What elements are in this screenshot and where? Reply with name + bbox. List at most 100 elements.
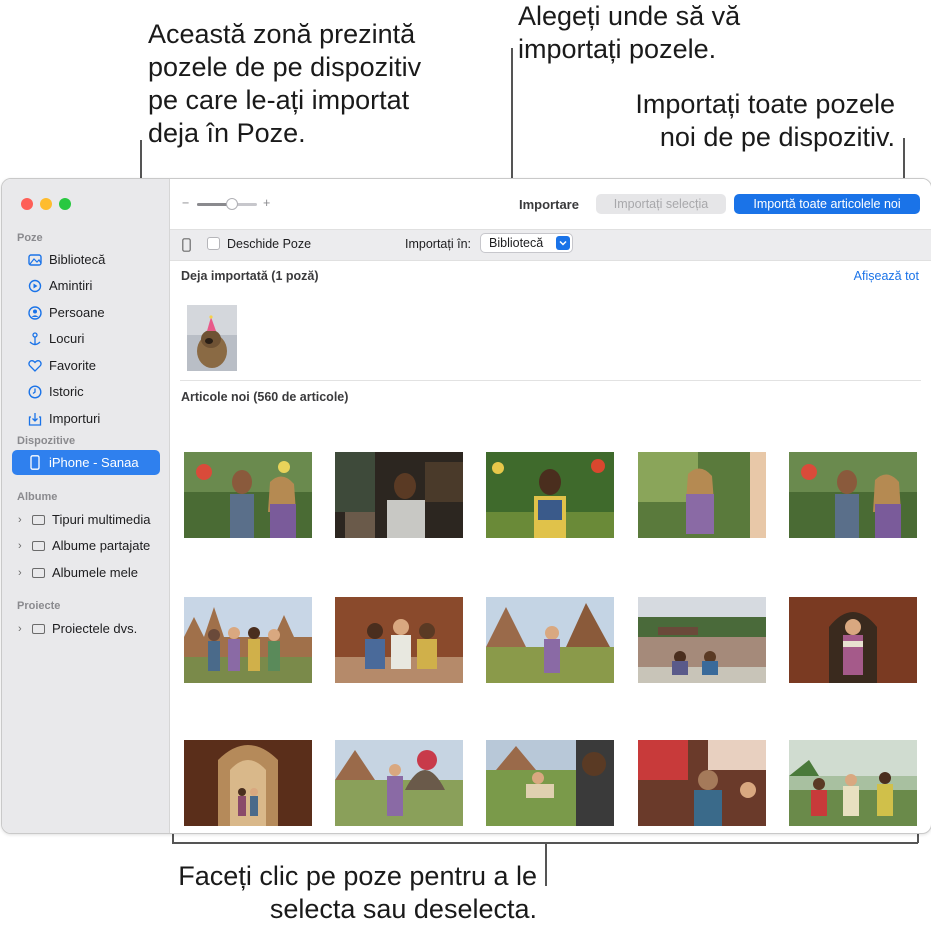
sidebar-item-iphone[interactable]: iPhone - Sanaa xyxy=(12,450,160,475)
toolbar-title: Importare xyxy=(519,197,579,212)
sidebar-item-label: Amintiri xyxy=(49,278,93,293)
section-projects: Proiecte xyxy=(17,600,61,612)
photo-thumbnail[interactable] xyxy=(184,452,312,538)
device-icon xyxy=(182,238,191,257)
import-all-button[interactable]: Importă toate articolele noi xyxy=(734,194,920,214)
zoom-button[interactable] xyxy=(59,198,71,210)
bracket-bottom-right xyxy=(917,834,919,843)
people-icon xyxy=(28,305,42,320)
photo-thumbnail[interactable] xyxy=(638,452,766,538)
sidebar-item-label: iPhone - Sanaa xyxy=(49,455,139,470)
sidebar-item-label: Tipuri multimedia xyxy=(52,512,151,527)
clock-icon xyxy=(28,384,42,399)
folder-icon xyxy=(32,514,45,525)
sidebar-item-my-albums[interactable]: › Albumele mele xyxy=(12,560,160,585)
callout-line: Importați toate pozele xyxy=(635,89,895,119)
import-to-value: Bibliotecă xyxy=(489,236,544,250)
photos-window: Poze Bibliotecă Amintiri Persoane Locuri… xyxy=(1,178,931,834)
zoom-in-icon[interactable]: + xyxy=(263,196,270,210)
iphone-icon xyxy=(28,455,42,470)
section-devices: Dispozitive xyxy=(17,435,76,447)
sidebar-item-label: Albumele mele xyxy=(52,565,138,580)
photo-thumbnail[interactable] xyxy=(789,740,917,826)
zoom-out-icon[interactable]: − xyxy=(182,196,189,210)
already-imported-heading: Deja importată (1 poză) xyxy=(181,269,319,283)
photo-thumbnail[interactable] xyxy=(789,597,917,683)
chevron-right-icon[interactable]: › xyxy=(18,514,28,526)
import-options-bar: Deschide Poze Importați în: Bibliotecă xyxy=(170,229,931,261)
photo-thumbnail[interactable] xyxy=(486,740,614,826)
minimize-button[interactable] xyxy=(40,198,52,210)
photo-thumbnail[interactable] xyxy=(335,740,463,826)
callout-line: Alegeți unde să vă xyxy=(518,1,741,31)
sidebar-item-shared-albums[interactable]: › Albume partajate xyxy=(12,533,160,558)
sidebar-item-label: Bibliotecă xyxy=(49,252,106,267)
photo-thumbnail[interactable] xyxy=(486,597,614,683)
callout-line: deja în Poze. xyxy=(148,118,306,148)
callout-import-destination: Alegeți unde să vă importați pozele. xyxy=(518,0,740,66)
callout-line: noi de pe dispozitiv. xyxy=(659,122,895,152)
callout-line: Această zonă prezintă xyxy=(148,19,416,49)
imported-photo-thumbnail[interactable] xyxy=(187,305,237,371)
chevron-right-icon[interactable]: › xyxy=(18,623,28,635)
show-all-link[interactable]: Afișează tot xyxy=(854,269,919,283)
sidebar-item-label: Proiectele dvs. xyxy=(52,621,138,636)
sidebar-item-recents[interactable]: Istoric xyxy=(12,379,160,404)
folder-icon xyxy=(32,623,45,634)
sidebar-item-projects[interactable]: › Proiectele dvs. xyxy=(12,616,160,641)
chevron-down-icon xyxy=(556,236,570,250)
sidebar-item-label: Importuri xyxy=(49,411,101,426)
leader-line-bottom xyxy=(545,842,547,886)
sidebar-item-people[interactable]: Persoane xyxy=(12,300,160,325)
close-button[interactable] xyxy=(21,198,33,210)
sidebar: Poze Bibliotecă Amintiri Persoane Locuri… xyxy=(2,179,170,833)
chevron-right-icon[interactable]: › xyxy=(18,567,28,579)
import-to-label: Importați în: xyxy=(405,237,471,251)
photo-thumbnail[interactable] xyxy=(184,597,312,683)
new-items-heading: Articole noi (560 de articole) xyxy=(181,390,349,404)
sidebar-item-label: Albume partajate xyxy=(52,538,151,553)
callout-line: importați pozele. xyxy=(518,34,717,64)
section-photos: Poze xyxy=(17,232,43,244)
memories-icon xyxy=(28,279,42,293)
callout-line: Faceți clic pe poze pentru a le xyxy=(178,861,537,891)
photo-thumbnail[interactable] xyxy=(486,452,614,538)
callout-line: pozele de pe dispozitiv xyxy=(148,52,422,82)
photo-thumbnail[interactable] xyxy=(638,597,766,683)
heart-icon xyxy=(28,359,42,373)
sidebar-item-label: Istoric xyxy=(49,384,84,399)
main-content: − + Importare Importați selecția Importă… xyxy=(170,179,931,833)
import-icon xyxy=(28,412,42,426)
zoom-slider[interactable] xyxy=(197,198,257,210)
sidebar-item-library[interactable]: Bibliotecă xyxy=(12,247,160,272)
callout-select-photos: Faceți clic pe poze pentru a le selecta … xyxy=(178,860,537,926)
zoom-slider-knob[interactable] xyxy=(226,198,238,210)
import-to-dropdown[interactable]: Bibliotecă xyxy=(480,233,573,253)
callout-already-imported: Această zonă prezintă pozele de pe dispo… xyxy=(148,18,421,150)
shared-album-icon xyxy=(32,540,45,551)
photo-thumbnail[interactable] xyxy=(335,597,463,683)
sidebar-item-label: Favorite xyxy=(49,358,96,373)
sidebar-item-memories[interactable]: Amintiri xyxy=(12,273,160,298)
sidebar-item-favorites[interactable]: Favorite xyxy=(12,353,160,378)
sidebar-item-label: Persoane xyxy=(49,305,105,320)
sidebar-item-places[interactable]: Locuri xyxy=(12,326,160,351)
callout-import-all: Importați toate pozele noi de pe dispozi… xyxy=(635,88,895,154)
library-icon xyxy=(28,253,42,267)
callout-line: selecta sau deselecta. xyxy=(269,894,537,924)
open-photos-label: Deschide Poze xyxy=(227,237,312,251)
callout-line: pe care le-ați importat xyxy=(148,85,410,115)
photo-thumbnail[interactable] xyxy=(184,740,312,826)
import-selection-button[interactable]: Importați selecția xyxy=(596,194,726,214)
photo-thumbnail[interactable] xyxy=(638,740,766,826)
section-albums: Albume xyxy=(17,491,58,503)
photo-thumbnail[interactable] xyxy=(789,452,917,538)
folder-icon xyxy=(32,567,45,578)
photo-thumbnail[interactable] xyxy=(335,452,463,538)
chevron-right-icon[interactable]: › xyxy=(18,540,28,552)
bracket-bottom-left xyxy=(172,834,174,843)
sidebar-item-imports[interactable]: Importuri xyxy=(12,406,160,431)
open-photos-checkbox[interactable] xyxy=(207,237,220,250)
sidebar-item-media-types[interactable]: › Tipuri multimedia xyxy=(12,507,160,532)
section-divider xyxy=(180,380,921,381)
